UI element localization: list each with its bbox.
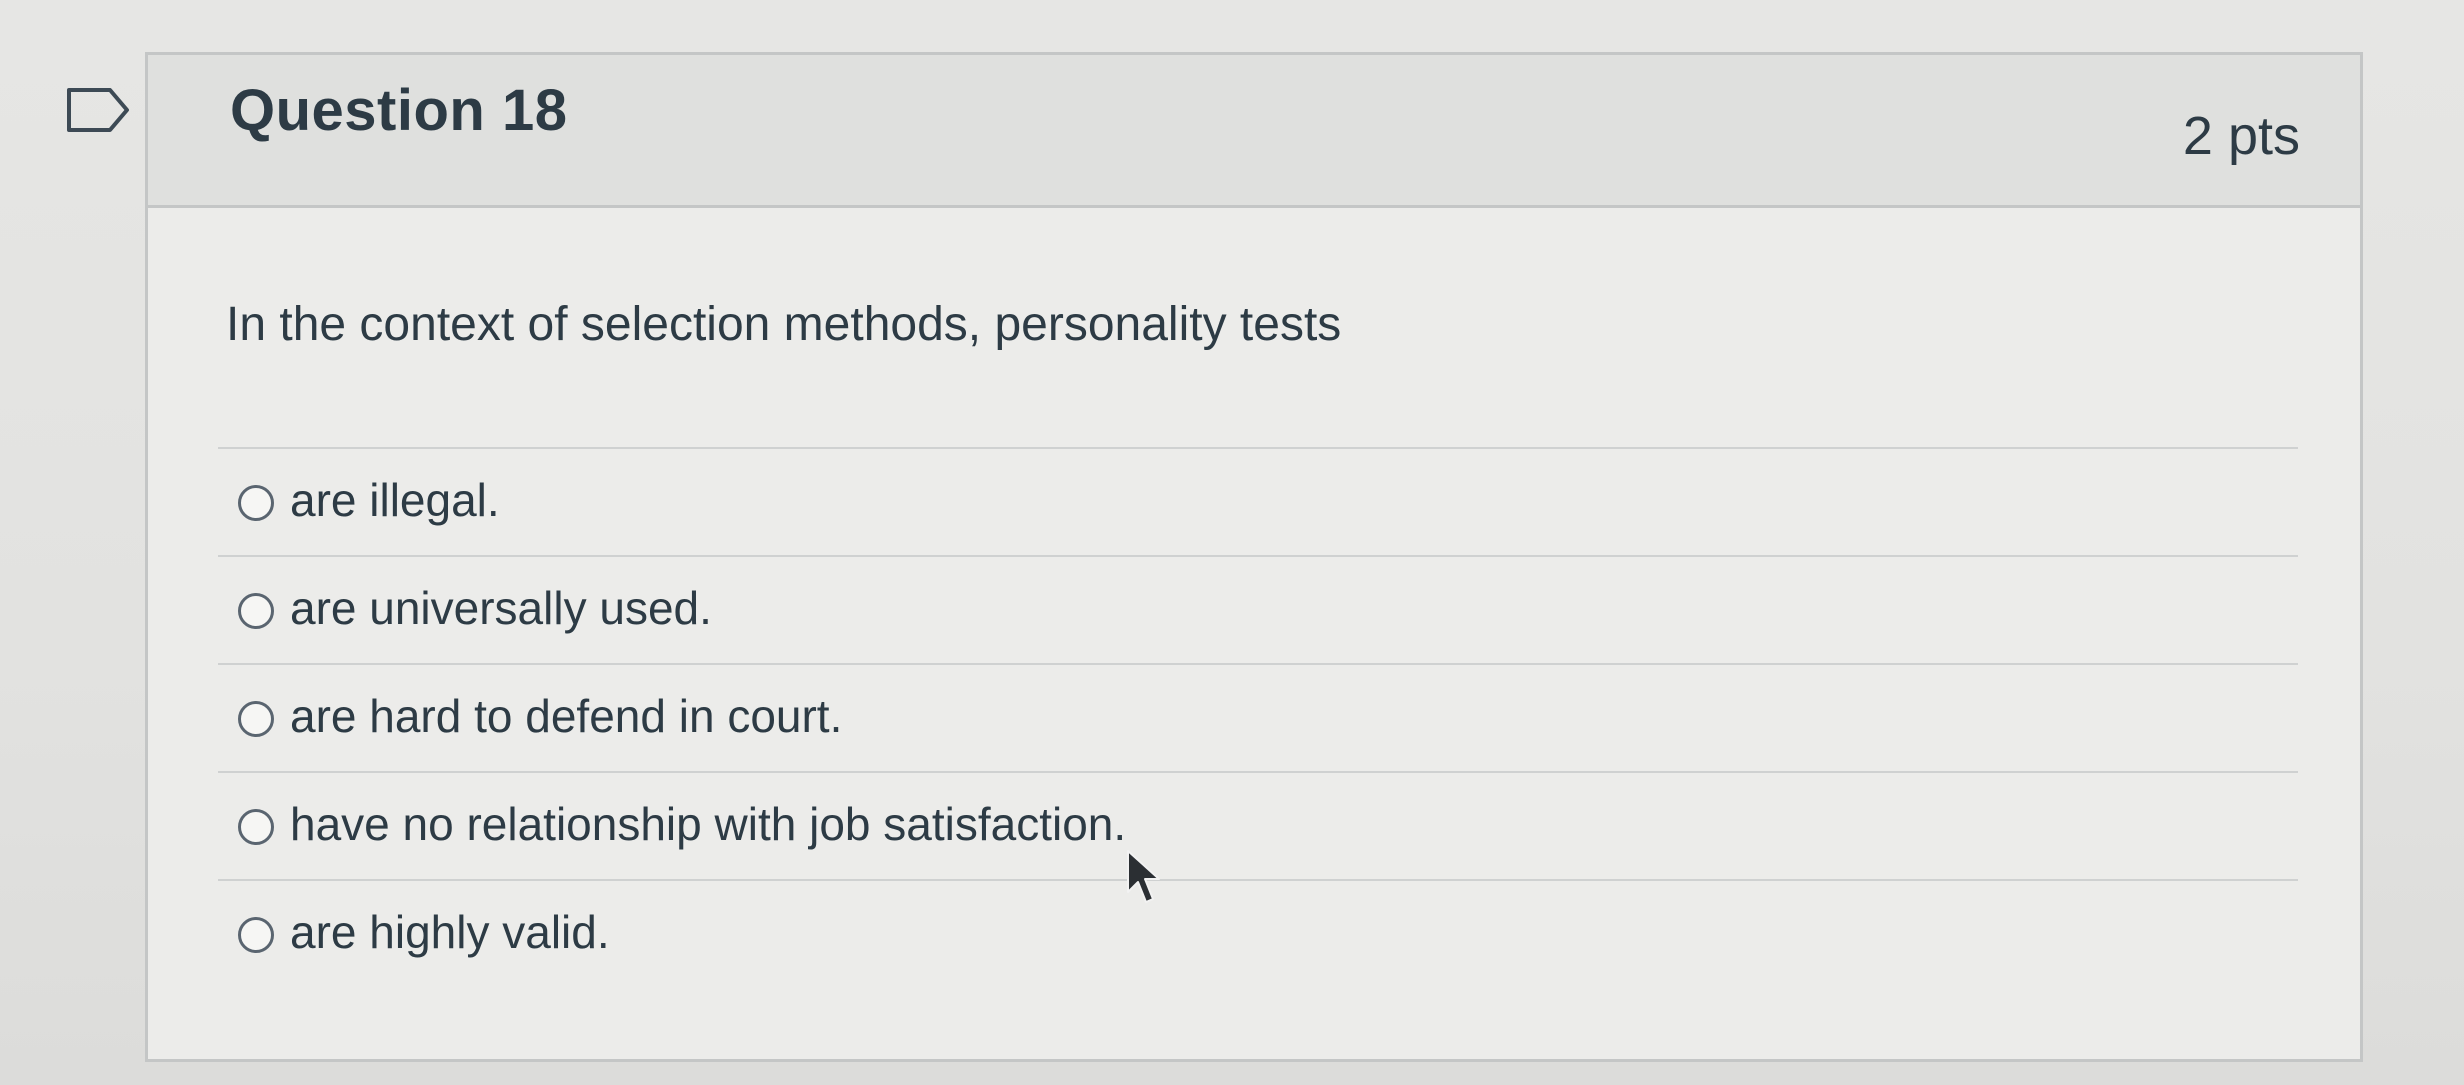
question-header: Question 18 2 pts (148, 55, 2360, 208)
answer-list: are illegal. are universally used. are h… (218, 447, 2298, 987)
answer-option[interactable]: are hard to defend in court. (218, 663, 2298, 771)
answer-label[interactable]: are highly valid. (290, 905, 610, 959)
question-title: Question 18 (230, 78, 568, 143)
answer-label[interactable]: have no relationship with job satisfacti… (290, 797, 1126, 851)
answer-label[interactable]: are illegal. (290, 473, 500, 527)
answer-label[interactable]: are hard to defend in court. (290, 689, 842, 743)
question-text: In the context of selection methods, per… (226, 298, 1342, 351)
answer-option[interactable]: are illegal. (218, 447, 2298, 555)
radio-button[interactable] (238, 917, 274, 953)
radio-button[interactable] (238, 485, 274, 521)
question-points: 2 pts (2182, 106, 2300, 166)
radio-button[interactable] (238, 809, 274, 845)
radio-button[interactable] (238, 593, 274, 629)
answer-label[interactable]: are universally used. (290, 581, 712, 635)
answer-option[interactable]: have no relationship with job satisfacti… (218, 771, 2298, 879)
radio-button[interactable] (238, 701, 274, 737)
flag-question-icon[interactable] (66, 86, 130, 134)
mouse-pointer-icon (1127, 850, 1160, 903)
question-card: Question 18 2 pts In the context of sele… (145, 52, 2363, 1062)
answer-option[interactable]: are universally used. (218, 555, 2298, 663)
quiz-page: Question 18 2 pts In the context of sele… (0, 0, 2464, 1085)
answer-option[interactable]: are highly valid. (218, 879, 2298, 987)
